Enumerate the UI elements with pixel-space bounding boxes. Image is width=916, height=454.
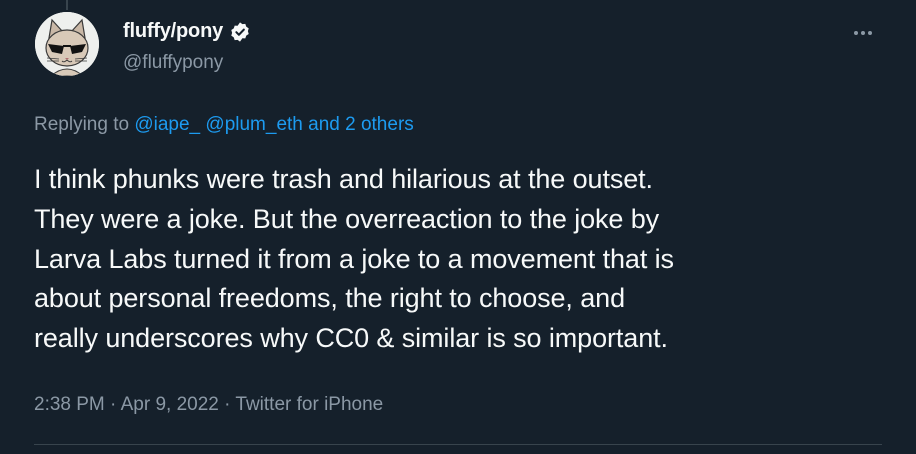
mention-link-others[interactable]: and 2 others	[308, 114, 414, 135]
author-display-name[interactable]: fluffy/pony	[123, 20, 223, 43]
author-name-row: fluffy/pony	[123, 20, 251, 43]
tweet-date-link[interactable]: Apr 9, 2022	[121, 394, 219, 415]
divider	[34, 444, 882, 445]
dot	[868, 31, 872, 35]
replying-to-line: Replying to @iape_ @plum_eth and 2 other…	[34, 114, 414, 136]
cat-avatar-icon	[35, 12, 99, 76]
mention-link-plum-eth[interactable]: @plum_eth	[205, 114, 302, 135]
dot	[861, 31, 865, 35]
tweet-time-link[interactable]: 2:38 PM	[34, 394, 105, 415]
replying-prefix: Replying to	[34, 114, 130, 135]
meta-separator: ·	[224, 394, 231, 415]
avatar[interactable]	[35, 12, 99, 76]
tweet-source-link[interactable]: Twitter for iPhone	[235, 394, 383, 415]
verified-badge-icon	[231, 21, 249, 42]
meta-separator: ·	[110, 394, 117, 415]
more-options-icon[interactable]	[848, 22, 878, 44]
mention-link-iape[interactable]: @iape_	[134, 114, 200, 135]
dot	[854, 31, 858, 35]
tweet-metadata: 2:38 PM · Apr 9, 2022 · Twitter for iPho…	[34, 394, 383, 416]
tweet-text: I think phunks were trash and hilarious …	[34, 164, 674, 354]
thread-connector-line	[66, 0, 68, 10]
author-handle[interactable]: @fluffypony	[123, 52, 223, 74]
